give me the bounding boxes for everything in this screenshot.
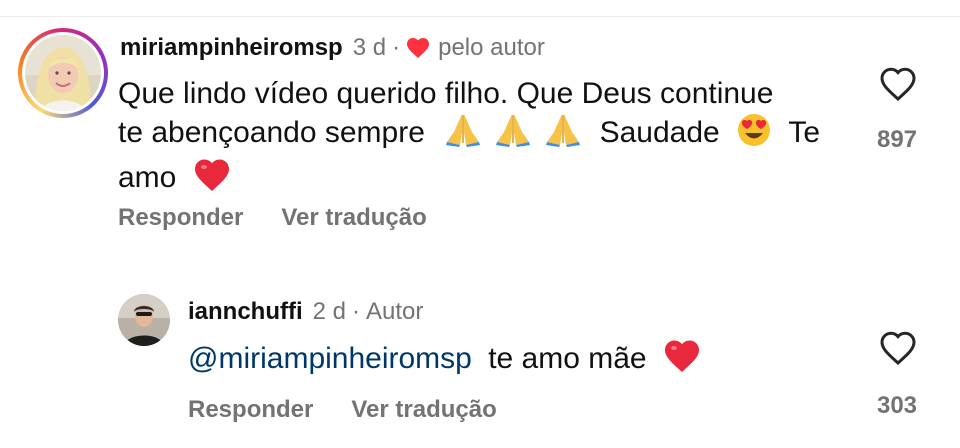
comment-line: amo: [118, 157, 820, 202]
comment-line: Que lindo vídeo querido filho. Que Deus …: [118, 77, 774, 110]
translate-button[interactable]: Ver tradução: [281, 204, 426, 232]
avatar-story-ring[interactable]: [18, 28, 108, 118]
liked-by-author-label: pelo autor: [438, 34, 545, 61]
heart-eyes-icon: [736, 112, 772, 157]
reply-button[interactable]: Responder: [118, 204, 243, 232]
username[interactable]: iannchuffi: [188, 298, 303, 326]
comment-meta: iannchuffi 2 d · Autor: [188, 298, 423, 326]
reply-button[interactable]: Responder: [188, 396, 313, 424]
separator: ·: [352, 298, 361, 325]
comment-actions: Responder Ver tradução: [118, 204, 427, 232]
separator: ·: [392, 34, 401, 61]
folded-hands-icon: [493, 112, 533, 157]
folded-hands-icon: [443, 112, 483, 157]
avatar[interactable]: [25, 35, 101, 111]
red-heart-icon: [193, 157, 231, 202]
folded-hands-icon: [543, 112, 583, 157]
like-count: 303: [876, 392, 918, 419]
avatar[interactable]: [118, 294, 170, 346]
username[interactable]: miriampinheiromsp: [120, 34, 343, 62]
like-heart-icon[interactable]: [878, 66, 918, 102]
red-heart-icon: [663, 338, 701, 383]
comment-actions: Responder Ver tradução: [188, 396, 497, 424]
comment-line: te abençoando sempre Saudade Te: [118, 112, 820, 157]
like-count: 897: [876, 126, 918, 153]
comment-text: Que lindo vídeo querido filho. Que Deus …: [118, 76, 820, 202]
author-badge: Autor: [366, 298, 424, 325]
comment-text: @miriampinheiromsp te amo mãe: [188, 338, 701, 383]
mention-link[interactable]: @miriampinheiromsp: [188, 342, 472, 375]
like-heart-icon[interactable]: [878, 330, 918, 366]
top-divider: [0, 16, 960, 17]
timestamp: 2 d: [312, 298, 347, 325]
translate-button[interactable]: Ver tradução: [351, 396, 496, 424]
timestamp: 3 d: [352, 34, 387, 61]
heart-icon: [407, 38, 430, 58]
comment-meta: miriampinheiromsp 3 d · pelo autor: [120, 34, 545, 62]
